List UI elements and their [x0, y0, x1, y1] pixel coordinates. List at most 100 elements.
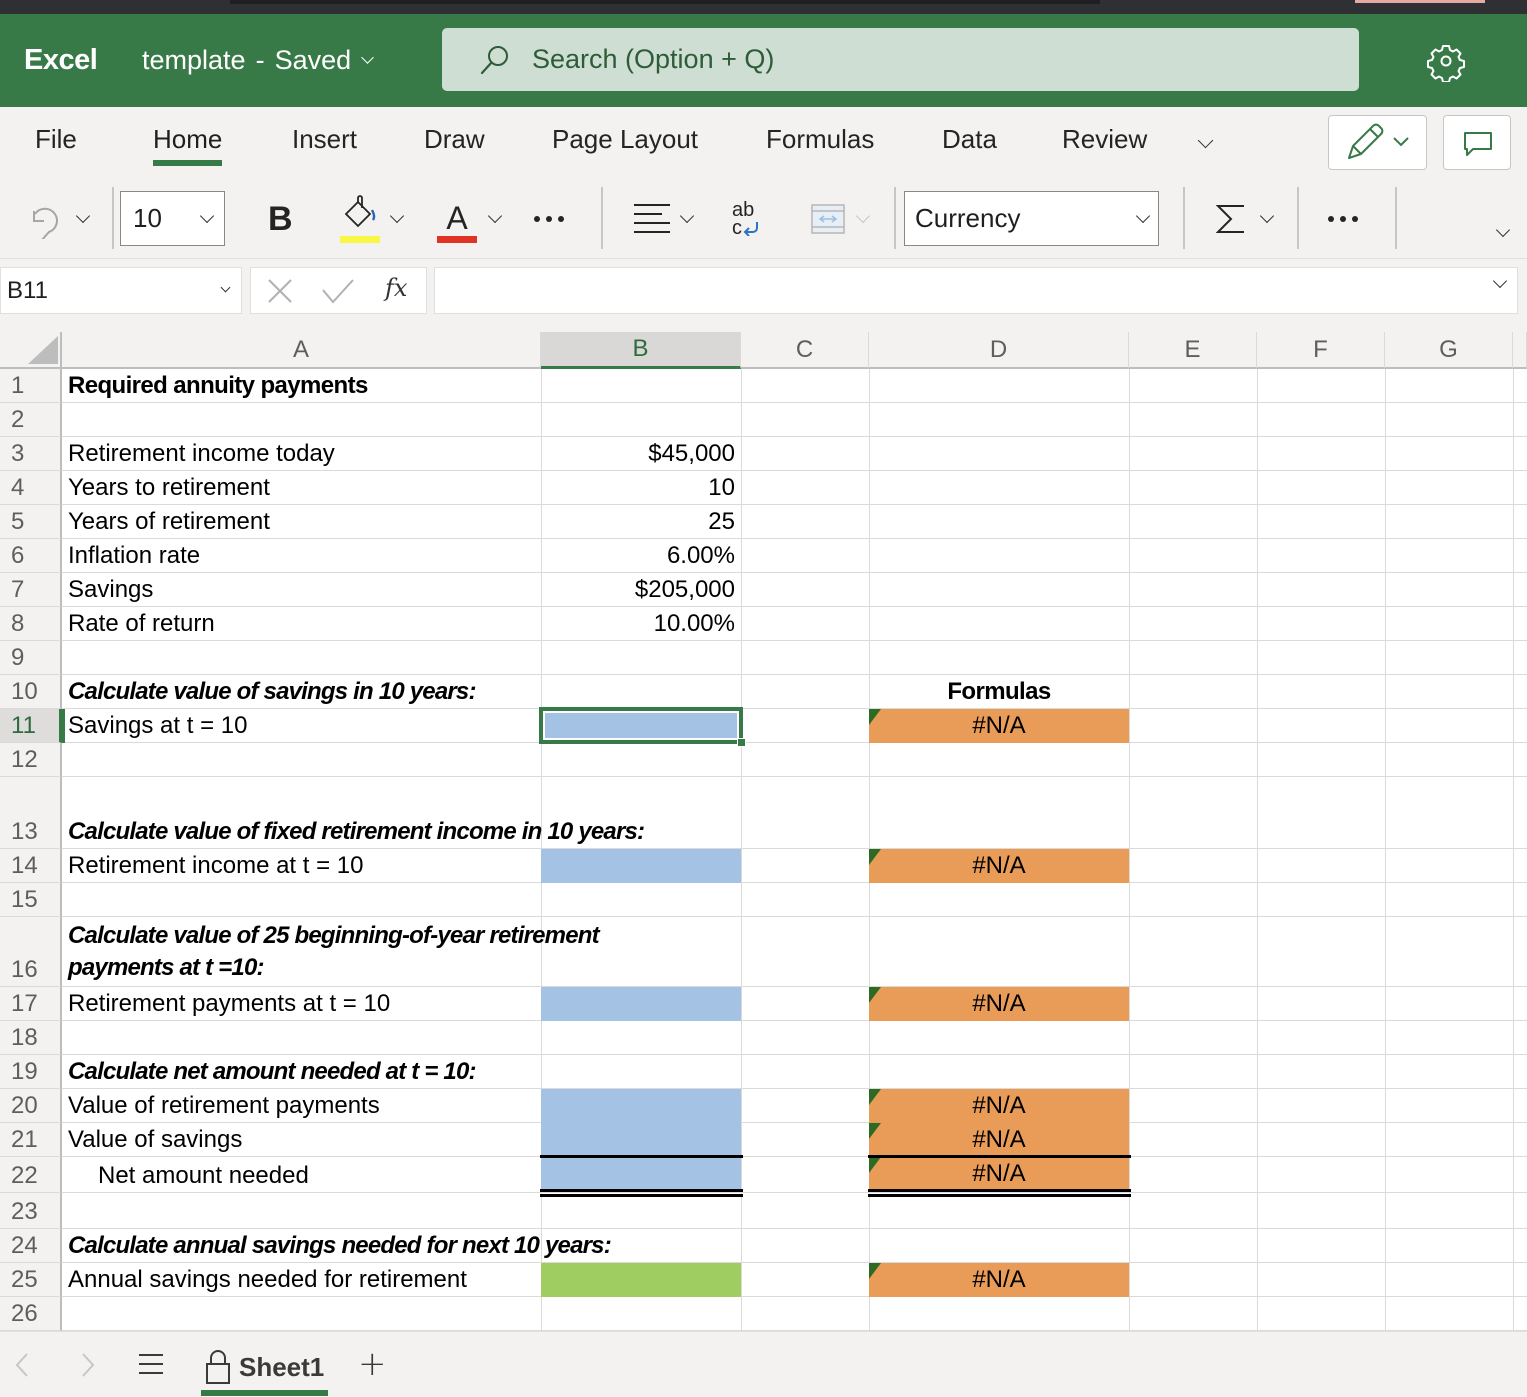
- tab-data[interactable]: Data: [942, 124, 997, 155]
- cell-b22[interactable]: [541, 1157, 741, 1191]
- row-header-17[interactable]: 17: [0, 987, 62, 1021]
- settings-button[interactable]: [1425, 40, 1467, 83]
- row-header-7[interactable]: 7: [0, 573, 62, 607]
- bold-button[interactable]: B: [268, 191, 293, 247]
- cell-a4[interactable]: Years to retirement: [62, 471, 541, 505]
- cell-b3[interactable]: $45,000: [541, 437, 741, 471]
- row-header-11[interactable]: 11: [0, 709, 62, 743]
- cell-b6[interactable]: 6.00%: [541, 539, 741, 573]
- row-header-1[interactable]: 1: [0, 369, 62, 403]
- cell-b25[interactable]: [541, 1263, 741, 1297]
- row-header-19[interactable]: 19: [0, 1055, 62, 1089]
- cell-a19[interactable]: Calculate net amount needed at t = 10:: [62, 1055, 541, 1089]
- more-tabs-button[interactable]: [1197, 132, 1214, 149]
- align-dropdown[interactable]: [679, 191, 695, 247]
- cell-a6[interactable]: Inflation rate: [62, 539, 541, 573]
- cell-d22[interactable]: #N/A: [869, 1157, 1129, 1191]
- fill-color-dropdown[interactable]: [389, 191, 405, 247]
- row-header-14[interactable]: 14: [0, 849, 62, 883]
- more-font-options-button[interactable]: [534, 191, 564, 247]
- scroll-sheets-right-button[interactable]: [80, 1352, 96, 1382]
- column-header-e[interactable]: E: [1129, 332, 1257, 369]
- tab-file[interactable]: File: [35, 124, 77, 155]
- autosum-dropdown[interactable]: [1259, 191, 1275, 247]
- column-header-b[interactable]: B: [541, 332, 741, 369]
- row-header-3[interactable]: 3: [0, 437, 62, 471]
- row-header-9[interactable]: 9: [0, 641, 62, 675]
- tab-page-layout[interactable]: Page Layout: [552, 124, 698, 155]
- cell-a24[interactable]: Calculate annual savings needed for next…: [62, 1229, 612, 1263]
- cell-a5[interactable]: Years of retirement: [62, 505, 541, 539]
- tab-insert[interactable]: Insert: [292, 124, 357, 155]
- cell-d17[interactable]: #N/A: [869, 987, 1129, 1021]
- row-header-15[interactable]: 15: [0, 883, 62, 917]
- enter-check-icon[interactable]: [321, 278, 355, 308]
- more-options-button[interactable]: [1328, 191, 1358, 247]
- cell-a8[interactable]: Rate of return: [62, 607, 541, 641]
- all-sheets-button[interactable]: [138, 1352, 164, 1380]
- font-color-dropdown[interactable]: [487, 191, 503, 247]
- number-format-select[interactable]: Currency: [904, 191, 1159, 246]
- column-header-f[interactable]: F: [1257, 332, 1385, 369]
- add-sheet-button[interactable]: +: [358, 1344, 387, 1384]
- cell-b11[interactable]: [541, 709, 741, 743]
- row-header-23[interactable]: 23: [0, 1193, 62, 1229]
- merge-dropdown[interactable]: [855, 191, 871, 247]
- tab-review[interactable]: Review: [1062, 124, 1147, 155]
- row-header-21[interactable]: 21: [0, 1123, 62, 1157]
- cell-d10[interactable]: Formulas: [869, 675, 1129, 709]
- row-header-6[interactable]: 6: [0, 539, 62, 573]
- cell-d21[interactable]: #N/A: [869, 1123, 1129, 1157]
- cell-a25[interactable]: Annual savings needed for retirement: [62, 1263, 541, 1297]
- column-header-h[interactable]: [1513, 332, 1527, 369]
- column-header-c[interactable]: C: [741, 332, 869, 369]
- document-title-menu[interactable]: template - Saved: [142, 45, 374, 76]
- font-size-select[interactable]: 10: [120, 191, 225, 246]
- row-header-2[interactable]: 2: [0, 403, 62, 437]
- undo-button[interactable]: [28, 191, 64, 247]
- row-header-25[interactable]: 25: [0, 1263, 62, 1297]
- cell-d14[interactable]: #N/A: [869, 849, 1129, 883]
- editing-mode-button[interactable]: [1328, 115, 1427, 170]
- tab-home[interactable]: Home: [153, 124, 223, 166]
- cell-d25[interactable]: #N/A: [869, 1263, 1129, 1297]
- row-header-22[interactable]: 22: [0, 1157, 62, 1193]
- cell-a22[interactable]: Net amount needed: [62, 1157, 541, 1193]
- formula-input[interactable]: [434, 267, 1518, 314]
- cell-d20[interactable]: #N/A: [869, 1089, 1129, 1123]
- search-input[interactable]: Search (Option + Q): [442, 28, 1359, 91]
- row-header-13[interactable]: 13: [0, 777, 62, 849]
- wrap-text-button[interactable]: ab c: [732, 191, 760, 247]
- cell-a13[interactable]: Calculate value of fixed retirement inco…: [62, 777, 645, 849]
- cell-b17[interactable]: [541, 987, 741, 1021]
- cell-a14[interactable]: Retirement income at t = 10: [62, 849, 541, 883]
- row-header-12[interactable]: 12: [0, 743, 62, 777]
- row-header-20[interactable]: 20: [0, 1089, 62, 1123]
- select-all-button[interactable]: [0, 332, 62, 369]
- cell-a20[interactable]: Value of retirement payments: [62, 1089, 541, 1123]
- cell-b21[interactable]: [541, 1123, 741, 1157]
- row-header-16[interactable]: 16: [0, 917, 62, 987]
- fill-handle[interactable]: [737, 738, 746, 747]
- cell-b8[interactable]: 10.00%: [541, 607, 741, 641]
- column-header-g[interactable]: G: [1385, 332, 1513, 369]
- cell-b7[interactable]: $205,000: [541, 573, 741, 607]
- cell-a16[interactable]: Calculate value of 25 beginning-of-year …: [62, 917, 702, 987]
- name-box[interactable]: B11: [0, 267, 242, 314]
- cell-b5[interactable]: 25: [541, 505, 741, 539]
- cell-b20[interactable]: [541, 1089, 741, 1123]
- align-button[interactable]: [632, 191, 672, 247]
- merge-cells-button[interactable]: [810, 191, 846, 247]
- expand-formula-bar[interactable]: [1492, 273, 1508, 289]
- autosum-button[interactable]: [1216, 191, 1248, 247]
- tab-draw[interactable]: Draw: [424, 124, 485, 155]
- row-header-8[interactable]: 8: [0, 607, 62, 641]
- row-header-5[interactable]: 5: [0, 505, 62, 539]
- cell-a17[interactable]: Retirement payments at t = 10: [62, 987, 541, 1021]
- cell-b4[interactable]: 10: [541, 471, 741, 505]
- cell-a21[interactable]: Value of savings: [62, 1123, 541, 1157]
- column-header-a[interactable]: A: [62, 332, 541, 369]
- comments-button[interactable]: [1443, 115, 1511, 170]
- scroll-sheets-left-button[interactable]: [14, 1352, 30, 1382]
- cell-a3[interactable]: Retirement income today: [62, 437, 541, 471]
